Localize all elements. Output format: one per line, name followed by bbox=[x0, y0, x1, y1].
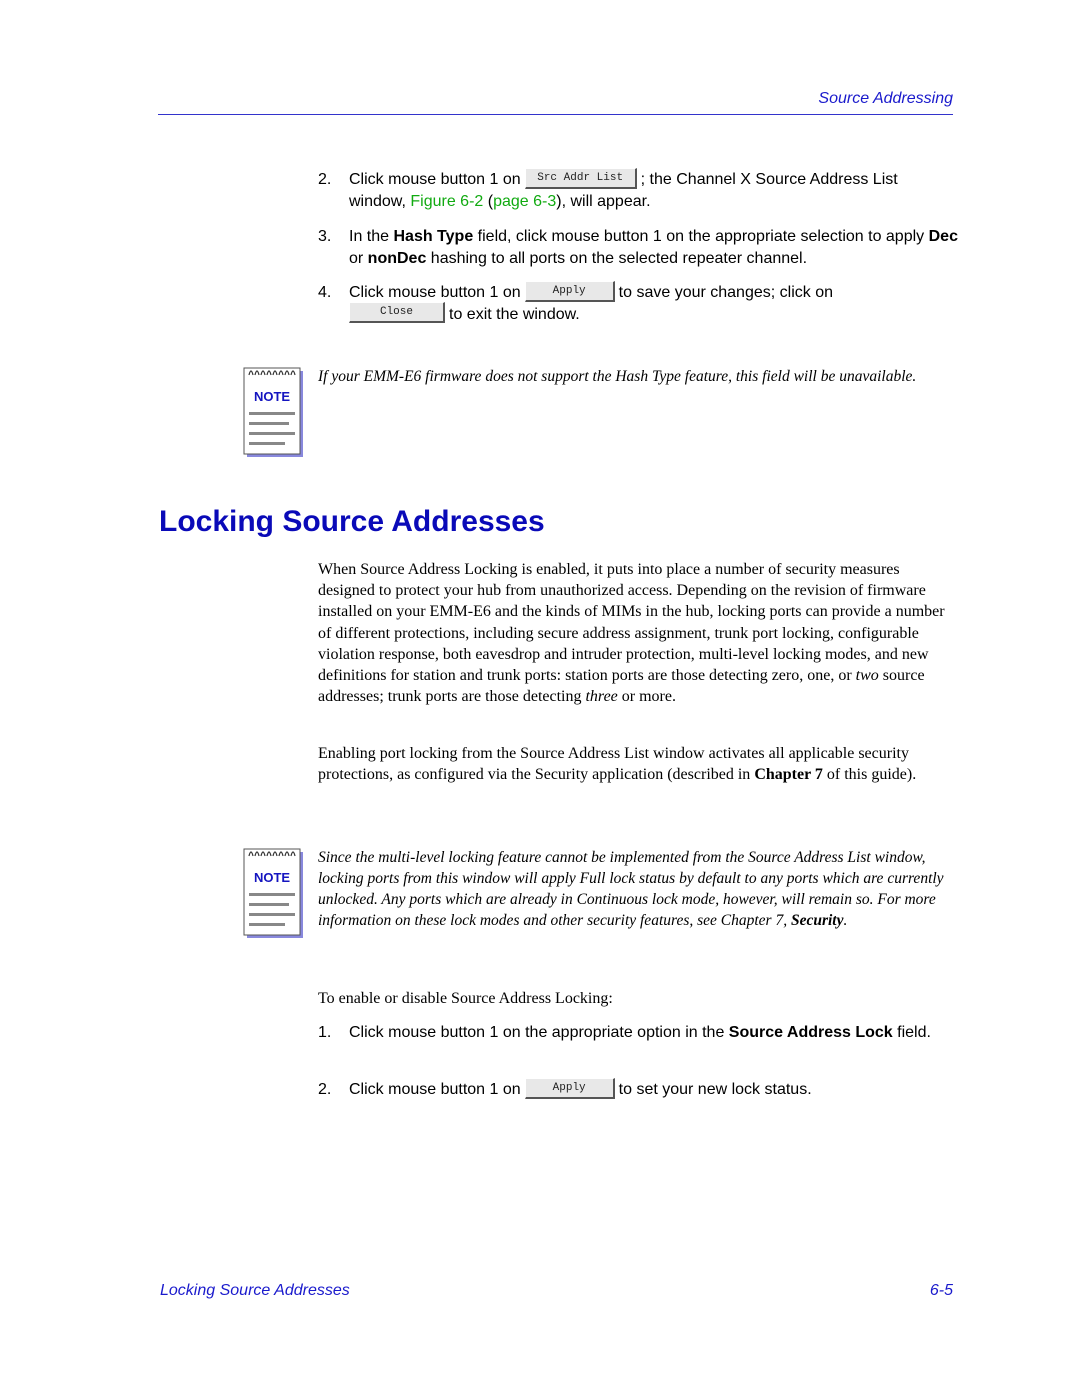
step-text: Click mouse button 1 on bbox=[349, 284, 521, 301]
text-run: or more. bbox=[617, 688, 676, 706]
text-run: of this guide). bbox=[822, 766, 917, 784]
step-text: to save your changes; click on bbox=[618, 284, 833, 301]
text-run: two bbox=[855, 667, 879, 685]
chapter-title: Security bbox=[790, 912, 844, 929]
step-number: 3. bbox=[318, 228, 332, 245]
note-text: If your EMM-E6 firmware does not support… bbox=[318, 368, 917, 385]
footer-title: Locking Source Addresses bbox=[160, 1282, 350, 1299]
step-number: 2. bbox=[318, 171, 332, 188]
note-text: Since the multi-level locking feature ca… bbox=[318, 847, 958, 931]
step-text: ( bbox=[483, 192, 494, 210]
text-run: Since the multi-level locking feature ca… bbox=[318, 849, 944, 929]
apply-button[interactable]: Apply bbox=[524, 1077, 615, 1099]
text-run: three bbox=[585, 688, 618, 706]
step-number: 4. bbox=[318, 284, 332, 301]
note-icon-label: NOTE bbox=[254, 389, 290, 404]
chapter-reference: Chapter 7 bbox=[754, 766, 823, 784]
text-run: Click mouse button 1 on the appropriate … bbox=[349, 1024, 729, 1041]
note-icon-label: NOTE bbox=[254, 870, 290, 885]
body-paragraph: Enabling port locking from the Source Ad… bbox=[318, 743, 958, 785]
field-name: Hash Type bbox=[393, 228, 474, 245]
step-text: Click mouse button 1 on bbox=[349, 1081, 521, 1098]
page-link[interactable]: page 6-3 bbox=[493, 193, 556, 210]
text-run: In the bbox=[349, 228, 394, 245]
text-run: When Source Address Locking is enabled, … bbox=[318, 561, 945, 685]
option-name: Dec bbox=[928, 228, 958, 245]
running-head: Source Addressing bbox=[818, 90, 953, 107]
step-text: to set your new lock status. bbox=[618, 1081, 812, 1098]
section-title: Locking Source Addresses bbox=[159, 505, 545, 538]
step-number: 1. bbox=[318, 1024, 332, 1041]
step-text: Click mouse button 1 on bbox=[349, 171, 521, 188]
step-text: ), will appear. bbox=[556, 192, 651, 210]
step-number: 2. bbox=[318, 1081, 332, 1098]
field-name: Source Address Lock bbox=[728, 1024, 893, 1041]
step-text: In the Hash Type field, click mouse butt… bbox=[349, 226, 959, 269]
text-run: hashing to all ports on the selected rep… bbox=[426, 249, 808, 267]
step-text: window, bbox=[349, 192, 411, 210]
note-icon: NOTE bbox=[243, 367, 303, 457]
apply-button[interactable]: Apply bbox=[524, 280, 615, 302]
procedure-intro: To enable or disable Source Address Lock… bbox=[318, 990, 613, 1007]
text-run: field. bbox=[892, 1024, 931, 1041]
text-run: field, click mouse button 1 on the appro… bbox=[473, 228, 929, 245]
text-run: . bbox=[843, 912, 848, 929]
text-run: or bbox=[349, 249, 368, 267]
body-paragraph: When Source Address Locking is enabled, … bbox=[318, 559, 958, 707]
page-number: 6-5 bbox=[929, 1282, 953, 1299]
figure-link[interactable]: Figure 6-2 bbox=[410, 193, 483, 210]
close-button[interactable]: Close bbox=[349, 302, 445, 324]
src-addr-list-button[interactable]: Src Addr List bbox=[524, 167, 637, 189]
step-text: ; the Channel X Source Address List bbox=[640, 171, 898, 188]
header-rule bbox=[158, 114, 953, 115]
note-icon: NOTE bbox=[243, 848, 303, 938]
step-text: to exit the window. bbox=[449, 305, 580, 323]
option-name: nonDec bbox=[367, 249, 427, 267]
